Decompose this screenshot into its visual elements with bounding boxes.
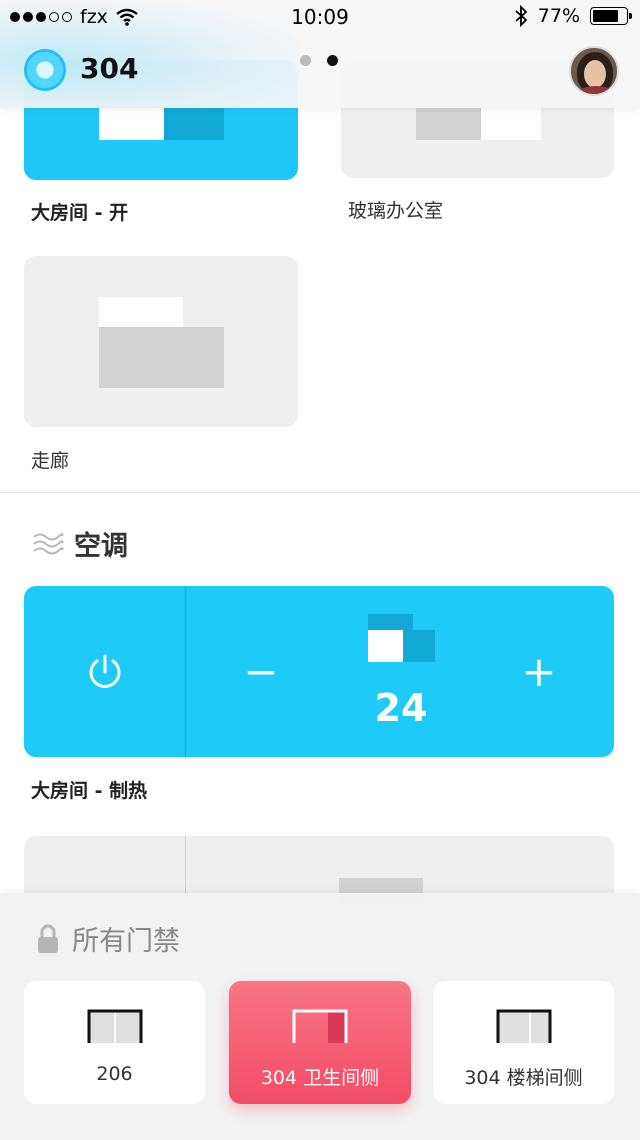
temperature-value: 24 <box>374 686 428 730</box>
bluetooth-icon <box>515 5 528 27</box>
status-bar: fzx 10:09 77% <box>0 0 640 36</box>
door-button-304-stairs[interactable]: 304 楼梯间侧 <box>433 981 614 1104</box>
increase-temp-button[interactable]: + <box>504 636 574 706</box>
door-label: 304 楼梯间侧 <box>464 1067 583 1089</box>
battery-icon <box>590 7 632 25</box>
room-title: 304 <box>80 52 139 85</box>
battery-percent: 77% <box>537 5 580 27</box>
decrease-temp-button[interactable]: − <box>226 636 296 706</box>
page-dot[interactable] <box>300 55 311 66</box>
page-dot-active[interactable] <box>327 55 338 66</box>
ac-label: 大房间 - 制热 <box>31 780 148 802</box>
door-access-panel: 所有门禁 206 304 卫生间侧 304 楼梯间侧 <box>0 893 640 1140</box>
door-icon <box>292 1009 348 1043</box>
door-label: 206 <box>96 1063 133 1085</box>
door-icon <box>496 1009 551 1043</box>
door-label: 304 卫生间侧 <box>260 1067 380 1089</box>
door-button-304-bathroom[interactable]: 304 卫生间侧 <box>229 981 411 1104</box>
power-button[interactable] <box>24 586 185 757</box>
door-icon <box>87 1009 142 1043</box>
power-icon <box>89 654 120 688</box>
section-title: 空调 <box>74 531 128 562</box>
light-label: 走廊 <box>31 450 70 472</box>
app-logo <box>24 49 66 91</box>
page-indicator[interactable] <box>300 55 338 66</box>
light-icon <box>99 297 224 388</box>
panel-title: 所有门禁 <box>72 926 180 957</box>
wind-icon <box>33 532 64 554</box>
ac-control-card: − 24 + <box>24 586 614 757</box>
avatar[interactable] <box>569 46 619 96</box>
light-card-corridor[interactable] <box>24 256 298 427</box>
lock-icon <box>38 924 58 953</box>
ac-mode-icon <box>368 614 435 662</box>
door-button-206[interactable]: 206 <box>24 981 205 1104</box>
ac-section-header: 空调 <box>32 524 128 563</box>
light-label: 大房间 - 开 <box>31 202 129 224</box>
light-label: 玻璃办公室 <box>348 200 444 222</box>
section-divider <box>0 492 640 493</box>
